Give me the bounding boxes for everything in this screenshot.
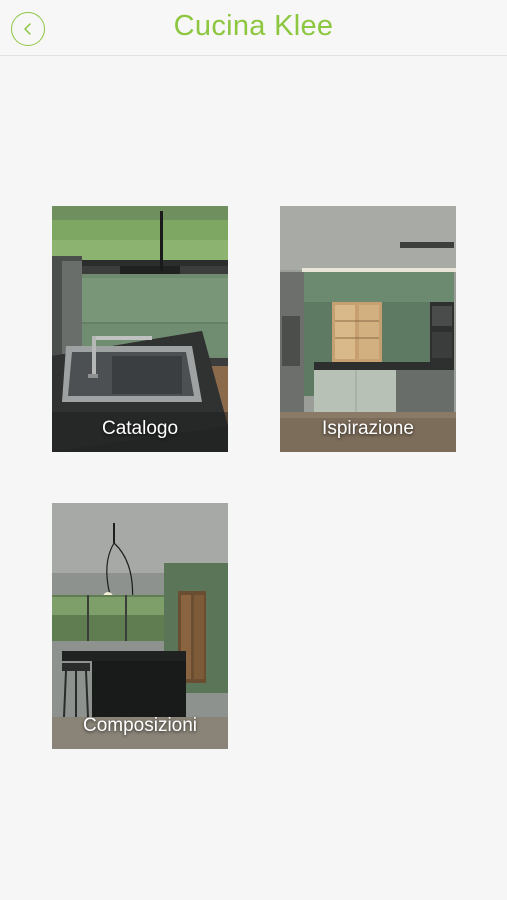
page-title: Cucina Klee	[173, 10, 334, 42]
tile-composizioni[interactable]: Composizioni	[52, 503, 228, 749]
tile-label: Catalogo	[101, 418, 179, 439]
tile-ispirazione[interactable]: Ispirazione	[280, 206, 456, 452]
ispirazione-image	[280, 206, 456, 452]
tile-label: Composizioni	[82, 715, 198, 736]
composizioni-image	[52, 503, 228, 749]
tile-catalogo[interactable]: Catalogo	[52, 206, 228, 452]
tile-label: Ispirazione	[322, 418, 414, 439]
catalogo-image	[52, 206, 228, 452]
app-header: Cucina Klee	[0, 0, 507, 56]
